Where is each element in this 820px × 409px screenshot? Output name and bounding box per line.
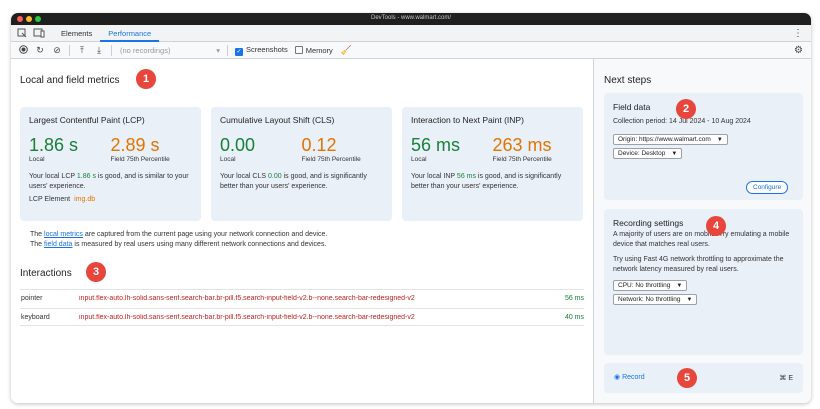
record-box: ◉ Record ⌘ E bbox=[604, 363, 803, 393]
record-icon: ◉ bbox=[614, 374, 621, 381]
memory-label: Memory bbox=[305, 45, 333, 55]
card-description: Your local CLS 0.00 is good, and is sign… bbox=[220, 173, 367, 190]
download-icon[interactable]: ⤓ bbox=[94, 45, 104, 56]
lcp-element: LCP Element img.db bbox=[29, 196, 192, 203]
configure-button[interactable]: Configure bbox=[746, 181, 789, 194]
record-shortcut: ⌘ E bbox=[779, 375, 793, 382]
performance-toolbar: ↻ ⊘ ⤒ ⤓ (no recordings) ▾ ✓ Screenshots M… bbox=[11, 42, 811, 59]
recording-advice-mobile: A majority of users are on mobile. Try e… bbox=[613, 231, 790, 248]
lcp-element-label: LCP Element bbox=[29, 196, 71, 203]
interactions-heading: Interactions bbox=[20, 268, 72, 279]
card-description: Your local LCP 1.86 s is good, and is si… bbox=[29, 173, 189, 190]
local-label: Local bbox=[411, 156, 427, 163]
recording-advice-network: Try using Fast 4G network throttling to … bbox=[613, 256, 784, 273]
callout-badge-1: 1 bbox=[136, 69, 156, 89]
card-title: Interaction to Next Paint (INP) bbox=[411, 115, 524, 125]
local-label: Local bbox=[220, 156, 236, 163]
field-data-link[interactable]: field data bbox=[44, 241, 72, 248]
network-throttling-select[interactable]: Network: No throttling ▼ bbox=[613, 294, 698, 305]
recording-settings-title: Recording settings bbox=[613, 218, 684, 228]
chevron-down-icon: ▼ bbox=[686, 297, 693, 303]
interaction-type: keyboard bbox=[21, 313, 50, 321]
divider bbox=[227, 44, 228, 56]
memory-checkbox[interactable] bbox=[294, 45, 303, 54]
cpu-throttling-select[interactable]: CPU: No throttling ▼ bbox=[613, 280, 688, 291]
device-select[interactable]: Device: Desktop ▼ bbox=[613, 147, 683, 159]
title-bar: DevTools - www.walmart.com/ bbox=[11, 13, 811, 25]
recording-settings-box: Recording settings A majority of users a… bbox=[604, 209, 803, 355]
next-steps-sidebar: Next steps Field data Collection period:… bbox=[593, 59, 811, 403]
table-row[interactable]: keyboard input.flex-auto.lh-solid.sans-s… bbox=[20, 308, 584, 326]
lcp-element-link[interactable]: img.db bbox=[74, 196, 95, 203]
field-label: Field 75th Percentile bbox=[492, 156, 552, 163]
recordings-placeholder: (no recordings) bbox=[120, 45, 171, 55]
record-button[interactable]: ◉ Record bbox=[614, 373, 645, 381]
field-label: Field 75th Percentile bbox=[301, 156, 361, 163]
callout-badge-4: 4 bbox=[706, 216, 726, 236]
local-metrics-link[interactable]: local metrics bbox=[44, 231, 83, 238]
chevron-down-icon: ▾ bbox=[216, 45, 220, 55]
field-value: 0.12 bbox=[301, 135, 337, 155]
metrics-heading: Local and field metrics bbox=[20, 75, 120, 86]
local-value: 1.86 s bbox=[29, 135, 79, 155]
screenshots-label: Screenshots bbox=[246, 44, 288, 54]
interaction-time: 40 ms bbox=[564, 313, 584, 321]
memory-toggle[interactable]: Memory bbox=[294, 45, 333, 55]
gear-icon[interactable]: ⚙ bbox=[794, 45, 803, 56]
divider bbox=[111, 44, 112, 56]
card-title: Cumulative Layout Shift (CLS) bbox=[220, 115, 335, 125]
tab-performance[interactable]: Performance bbox=[100, 25, 160, 42]
chevron-down-icon: ▼ bbox=[671, 150, 678, 157]
more-options-icon[interactable]: ⋮ bbox=[793, 28, 803, 39]
interaction-selector[interactable]: input.flex-auto.lh-solid.sans-serif.sear… bbox=[79, 314, 554, 321]
field-value: 2.89 s bbox=[110, 135, 160, 155]
field-label: Field 75th Percentile bbox=[110, 156, 170, 163]
next-steps-heading: Next steps bbox=[604, 75, 652, 86]
callout-badge-5: 5 bbox=[677, 368, 697, 388]
card-title: Largest Contentful Paint (LCP) bbox=[29, 115, 145, 125]
device-toolbar-icon[interactable] bbox=[33, 28, 45, 38]
table-row[interactable]: pointer input.flex-auto.lh-solid.sans-se… bbox=[20, 289, 584, 307]
chevron-down-icon: ▼ bbox=[716, 136, 723, 143]
record-icon[interactable] bbox=[18, 44, 28, 56]
recordings-select[interactable]: (no recordings) ▾ bbox=[120, 46, 220, 55]
callout-badge-2: 2 bbox=[676, 99, 696, 119]
screenshots-toggle[interactable]: ✓ Screenshots bbox=[235, 45, 288, 56]
window-title: DevTools - www.walmart.com/ bbox=[370, 15, 451, 21]
chevron-down-icon: ▼ bbox=[676, 283, 683, 289]
collection-period: Collection period: 14 Jul 2024 - 10 Aug … bbox=[613, 118, 751, 125]
interaction-selector[interactable]: input.flex-auto.lh-solid.sans-serif.sear… bbox=[79, 295, 554, 302]
metrics-note: The local metrics are captured from the … bbox=[30, 231, 328, 248]
interaction-time: 56 ms bbox=[564, 295, 584, 302]
tab-elements[interactable]: Elements bbox=[53, 25, 100, 42]
clear-icon[interactable]: ⊘ bbox=[52, 45, 62, 56]
local-value: 56 ms bbox=[411, 135, 461, 155]
origin-select[interactable]: Origin: https://www.walmart.com ▼ bbox=[613, 133, 728, 145]
devtools-window: DevTools - www.walmart.com/ Elements Per… bbox=[11, 13, 811, 403]
inp-card: Interaction to Next Paint (INP) 56 ms Loc… bbox=[402, 107, 583, 221]
reload-record-icon[interactable]: ↻ bbox=[35, 45, 45, 56]
field-data-title: Field data bbox=[613, 102, 651, 112]
main-panel: Local and field metrics 1 Largest Conten… bbox=[11, 59, 593, 403]
garbage-collect-icon[interactable]: 🧹 bbox=[341, 45, 352, 56]
screenshots-checkbox[interactable]: ✓ bbox=[235, 47, 243, 56]
upload-icon[interactable]: ⤒ bbox=[77, 45, 87, 56]
callout-badge-3: 3 bbox=[86, 262, 106, 282]
local-label: Local bbox=[29, 156, 45, 163]
divider bbox=[69, 44, 70, 56]
cls-card: Cumulative Layout Shift (CLS) 0.00 Local … bbox=[211, 107, 392, 221]
panel-tabbar: Elements Performance ⋮ bbox=[11, 25, 811, 42]
local-value: 0.00 bbox=[220, 135, 256, 155]
card-description: Your local INP 56 ms is good, and is sig… bbox=[411, 173, 562, 190]
interaction-type: pointer bbox=[21, 295, 43, 302]
field-value: 263 ms bbox=[492, 135, 552, 155]
lcp-card: Largest Contentful Paint (LCP) 1.86 s Loc… bbox=[20, 107, 201, 221]
inspect-element-icon[interactable] bbox=[17, 28, 27, 38]
